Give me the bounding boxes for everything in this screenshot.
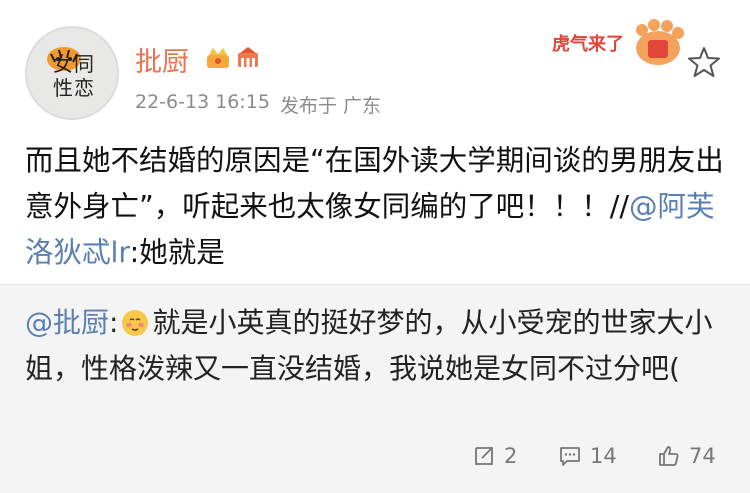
username[interactable]: 批厨 xyxy=(135,40,189,79)
post-body: 而且她不结婚的原因是“在国外读大学期间谈的男朋友出意外身亡”，听起来也太像女同编… xyxy=(25,138,725,276)
comment-colon: : xyxy=(109,306,119,339)
shy-emoji-icon xyxy=(122,310,149,336)
post-location: 发布于 广东 xyxy=(279,95,381,117)
promo-tiger-paw-icon[interactable]: 虎气来了 xyxy=(548,18,693,68)
post-text-after: :她就是 xyxy=(129,236,225,269)
user-badges xyxy=(205,45,261,71)
promo-text: 虎气来了 xyxy=(552,33,624,54)
action-bar: 2 14 74 xyxy=(0,444,750,476)
comment-mention-link[interactable]: @批厨 xyxy=(25,306,109,339)
post-meta: 22-6-13 16:15 发布于 广东 xyxy=(135,91,381,118)
fan-badge-icon[interactable] xyxy=(235,45,261,71)
avatar-text: 女同性恋 xyxy=(53,52,95,100)
comment-count: 14 xyxy=(590,444,617,468)
timestamp: 22-6-13 16:15 xyxy=(135,91,270,113)
avatar[interactable]: 女同性恋 xyxy=(25,26,119,120)
crown-badge-icon[interactable] xyxy=(205,45,231,71)
repost-icon xyxy=(475,447,493,465)
comment-icon xyxy=(560,447,580,466)
star-icon[interactable] xyxy=(686,44,722,80)
like-icon xyxy=(659,446,679,466)
comment-button[interactable]: 14 xyxy=(558,444,617,468)
comment-body: @批厨: 就是小英真的挺好梦的，从小受宠的世家大小姐，性格泼辣又一直没结婚，我说… xyxy=(25,300,730,392)
repost-count: 2 xyxy=(504,444,518,468)
repost-button[interactable]: 2 xyxy=(472,444,517,468)
like-count: 74 xyxy=(689,444,716,468)
like-button[interactable]: 74 xyxy=(657,444,716,468)
post-text: 而且她不结婚的原因是“在国外读大学期间谈的男朋友出意外身亡”，听起来也太像女同编… xyxy=(25,144,724,223)
